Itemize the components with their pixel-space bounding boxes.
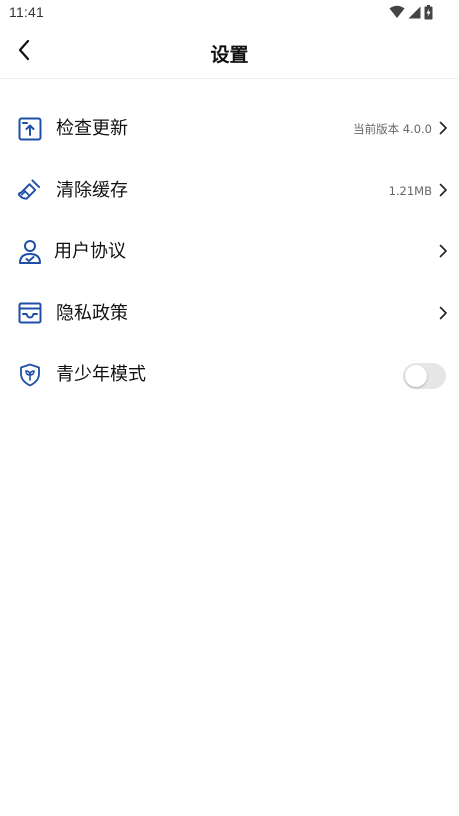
version-value: 当前版本 4.0.0 bbox=[353, 122, 432, 136]
toggle-knob bbox=[405, 365, 427, 387]
wifi-icon bbox=[389, 5, 405, 19]
settings-list: 检查更新 当前版本 4.0.0 清除缓存 1.21MB 用户协议 隐私政策 青少… bbox=[0, 98, 459, 406]
teen-mode-toggle[interactable] bbox=[403, 363, 446, 389]
inbox-tray-icon bbox=[17, 301, 42, 326]
chevron-right-icon bbox=[438, 243, 448, 259]
setting-row-check-update[interactable]: 检查更新 当前版本 4.0.0 bbox=[0, 98, 459, 160]
status-time: 11:41 bbox=[9, 4, 44, 20]
chevron-right-icon bbox=[438, 182, 448, 198]
chevron-right-icon bbox=[438, 120, 448, 136]
page-title: 设置 bbox=[210, 44, 249, 66]
status-icons bbox=[389, 4, 433, 20]
user-check-icon bbox=[17, 239, 42, 264]
nav-bar: 设置 bbox=[0, 26, 459, 79]
setting-row-user-agreement[interactable]: 用户协议 bbox=[0, 221, 459, 283]
setting-row-clear-cache[interactable]: 清除缓存 1.21MB bbox=[0, 160, 459, 222]
battery-charging-icon bbox=[424, 4, 433, 20]
setting-label: 用户协议 bbox=[54, 241, 126, 262]
setting-label: 青少年模式 bbox=[56, 364, 146, 385]
setting-label: 隐私政策 bbox=[56, 302, 128, 324]
cache-size-value: 1.21MB bbox=[388, 183, 432, 198]
chevron-right-icon bbox=[438, 305, 448, 321]
cell-signal-icon bbox=[408, 6, 421, 19]
setting-label: 检查更新 bbox=[56, 118, 128, 139]
broom-icon bbox=[17, 178, 42, 203]
setting-label: 清除缓存 bbox=[56, 179, 128, 201]
setting-row-privacy-policy[interactable]: 隐私政策 bbox=[0, 283, 459, 345]
setting-row-teen-mode: 青少年模式 bbox=[0, 344, 459, 406]
upload-update-icon bbox=[17, 116, 42, 141]
status-bar: 11:41 bbox=[0, 0, 459, 26]
shield-leaf-icon bbox=[17, 362, 42, 387]
